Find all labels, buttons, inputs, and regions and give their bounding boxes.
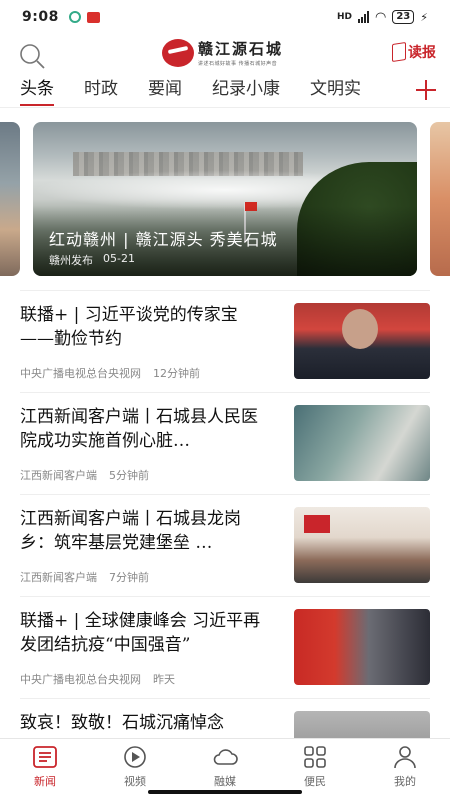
play-icon [124, 746, 146, 768]
news-thumbnail [294, 609, 430, 685]
tab-headlines[interactable]: 头条 [20, 74, 54, 106]
news-time: 7分钟前 [109, 571, 149, 584]
search-icon [20, 44, 45, 69]
news-list: 联播+ | 习近平谈党的传家宝——勤俭节约 中央广播电视总台央视网 12分钟前 … [20, 290, 430, 800]
app-notification-icon [68, 11, 81, 23]
news-item[interactable]: 联播+ | 全球健康峰会 习近平再发团结抗疫“中国强音” 中央广播电视总台央视网… [20, 597, 430, 699]
news-meta: 中央广播电视总台央视网 昨天 [20, 671, 175, 687]
news-source: 中央广播电视总台央视网 [20, 367, 141, 380]
tabs-fade [370, 74, 410, 106]
read-newspaper-label: 读报 [408, 45, 436, 61]
add-channel-button[interactable] [412, 76, 440, 104]
news-title: 致哀！致敬！石城沉痛悼念 [20, 713, 224, 733]
nav-services-label: 便民 [304, 775, 326, 788]
nav-media-label: 融媒 [214, 775, 236, 788]
news-item[interactable]: 联播+ | 习近平谈党的传家宝——勤俭节约 中央广播电视总台央视网 12分钟前 [20, 291, 430, 393]
news-thumbnail [294, 507, 430, 583]
news-item[interactable]: 江西新闻客户端丨石城县龙岗乡：筑牢基层党建堡垒 … 江西新闻客户端 7分钟前 [20, 495, 430, 597]
tab-civilization[interactable]: 文明实 [310, 74, 361, 106]
nav-news[interactable]: 新闻 [0, 739, 90, 800]
nav-profile[interactable]: 我的 [360, 739, 450, 800]
news-icon [33, 746, 57, 768]
news-title: 江西新闻客户端丨石城县龙岗乡：筑牢基层党建堡垒 … [20, 509, 241, 553]
logo-mark-icon [162, 38, 194, 67]
news-source: 中央广播电视总台央视网 [20, 673, 141, 686]
tab-important-news[interactable]: 要闻 [148, 74, 182, 106]
news-source: 江西新闻客户端 [20, 469, 97, 482]
news-source: 江西新闻客户端 [20, 571, 97, 584]
carousel-prev-card[interactable] [0, 122, 20, 276]
wifi-icon: ◠ [375, 9, 387, 25]
news-time: 昨天 [153, 673, 175, 686]
hd-signal-icon: HD [336, 12, 352, 22]
home-indicator[interactable] [148, 790, 302, 794]
news-item[interactable]: 江西新闻客户端丨石城县人民医院成功实施首例心脏… 江西新闻客户端 5分钟前 [20, 393, 430, 495]
battery-icon: 23 [392, 10, 415, 24]
news-time: 12分钟前 [153, 367, 200, 380]
nav-profile-label: 我的 [394, 775, 416, 788]
cloud-icon [213, 749, 238, 765]
app-logo: 赣江源石城 讲述石城好故事 传播石城好声音 [162, 38, 283, 67]
grid-icon [304, 746, 326, 768]
app-header: 赣江源石城 讲述石城好故事 传播石城好声音 读报 [0, 34, 450, 74]
news-time: 5分钟前 [109, 469, 149, 482]
carousel-meta: 赣州发布 05-21 [49, 252, 135, 268]
system-icons: HD ◠ 23 ⚡ [337, 10, 428, 25]
carousel-source: 赣州发布 [49, 254, 93, 267]
newspaper-icon [392, 42, 406, 62]
news-meta: 江西新闻客户端 5分钟前 [20, 467, 149, 483]
search-button[interactable] [18, 42, 46, 70]
logo-subtitle: 讲述石城好故事 传播石城好声音 [198, 61, 278, 67]
news-thumbnail [294, 303, 430, 379]
news-meta: 中央广播电视总台央视网 12分钟前 [20, 365, 200, 381]
nav-video-label: 视频 [124, 775, 146, 788]
news-thumbnail [294, 405, 430, 481]
status-bar: 9:08 HD ◠ 23 ⚡ [0, 0, 450, 34]
carousel-next-card[interactable] [430, 122, 450, 276]
notification-icons [68, 11, 100, 23]
carousel-date: 05-21 [103, 252, 135, 265]
tab-documentary[interactable]: 纪录小康 [212, 74, 280, 106]
read-newspaper-button[interactable]: 读报 [392, 42, 436, 62]
signal-icon [358, 11, 369, 23]
charging-icon: ⚡ [420, 10, 428, 24]
category-tabs: 头条 时政 要闻 纪录小康 文明实 [0, 74, 450, 108]
tab-politics[interactable]: 时政 [84, 74, 118, 106]
carousel-main-card[interactable]: 红动赣州 | 赣江源头 秀美石城 赣州发布 05-21 [33, 122, 417, 276]
news-meta: 江西新闻客户端 7分钟前 [20, 569, 149, 585]
user-icon [394, 746, 416, 769]
headline-carousel[interactable]: 红动赣州 | 赣江源头 秀美石城 赣州发布 05-21 [0, 122, 450, 276]
status-time: 9:08 [22, 9, 59, 25]
news-title: 联播+ | 全球健康峰会 习近平再发团结抗疫“中国强音” [20, 611, 261, 655]
news-title: 联播+ | 习近平谈党的传家宝——勤俭节约 [20, 305, 238, 349]
carousel-title: 红动赣州 | 赣江源头 秀美石城 [49, 230, 278, 249]
logo-title: 赣江源石城 [198, 40, 284, 58]
news-title: 江西新闻客户端丨石城县人民医院成功实施首例心脏… [20, 407, 258, 451]
news-app-notification-icon [86, 11, 100, 23]
nav-news-label: 新闻 [34, 775, 56, 788]
